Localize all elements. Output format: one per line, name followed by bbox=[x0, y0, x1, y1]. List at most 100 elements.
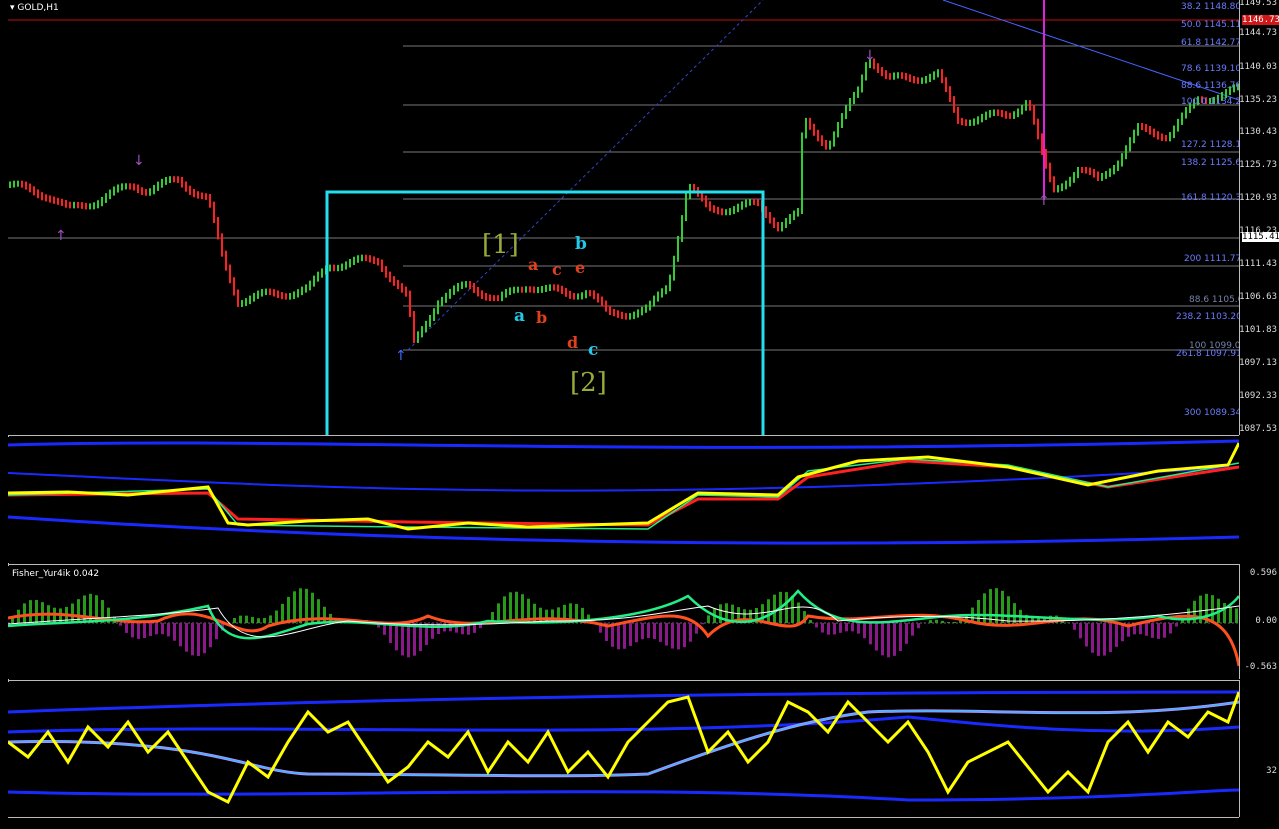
bid-price-tag: 1115.41 bbox=[1242, 232, 1279, 242]
fisher-bar bbox=[857, 623, 860, 634]
fisher-bar bbox=[29, 600, 32, 623]
fisher-bar bbox=[1097, 623, 1100, 656]
svg-text:↑: ↑ bbox=[55, 228, 67, 244]
fisher-bar bbox=[911, 623, 914, 636]
fisher-bar bbox=[1223, 603, 1226, 623]
fisher-bar bbox=[1235, 608, 1238, 623]
fisher-tick: 0.596 bbox=[1250, 568, 1277, 578]
price-tick: 1097.13 bbox=[1239, 358, 1277, 368]
fisher-bar bbox=[821, 623, 824, 633]
fib-label: 100.0 1134.20 bbox=[1181, 97, 1239, 107]
fisher-bar bbox=[23, 603, 26, 623]
fisher-bar bbox=[827, 623, 830, 635]
chart-title[interactable]: ▾ GOLD,H1 bbox=[10, 3, 59, 13]
fisher-bar bbox=[785, 592, 788, 623]
fisher-title: Fisher_Yur4ik 0.042 bbox=[12, 569, 99, 579]
price-scale[interactable]: 1149.53 1144.73 1140.03 1135.23 1130.43 … bbox=[1239, 0, 1279, 435]
fisher-bar bbox=[161, 623, 164, 634]
fisher-bar bbox=[1001, 591, 1004, 623]
price-chart-svg[interactable]: ↑ ↓ ↑ ↓ ↑ bbox=[8, 0, 1239, 435]
current-price-tag: 1146.73 bbox=[1242, 15, 1279, 25]
fisher-bar bbox=[191, 623, 194, 655]
bands-indicator-panel[interactable] bbox=[8, 437, 1239, 563]
fisher-bar bbox=[185, 623, 188, 652]
fisher-bar bbox=[509, 592, 512, 623]
fisher-bar bbox=[773, 595, 776, 623]
price-tick: 1087.53 bbox=[1239, 424, 1277, 434]
fisher-bar bbox=[1085, 623, 1088, 646]
fisher-bar bbox=[929, 620, 932, 623]
fisher-bar bbox=[215, 623, 218, 639]
fib-label: 161.8 1120.34 bbox=[1181, 193, 1239, 203]
fisher-bar bbox=[653, 623, 656, 639]
fisher-bar bbox=[665, 623, 668, 646]
fib-label: 61.8 1142.77 bbox=[1181, 38, 1239, 48]
fisher-bar bbox=[539, 608, 542, 623]
fisher-bar bbox=[1079, 623, 1082, 638]
fisher-bar bbox=[1109, 623, 1112, 652]
fisher-bar bbox=[797, 602, 800, 623]
fisher-bar bbox=[1013, 603, 1016, 623]
fisher-indicator-panel[interactable]: Fisher_Yur4ik 0.042 bbox=[8, 566, 1239, 679]
fisher-bar bbox=[401, 623, 404, 655]
fib-label: 38.2 1148.80 bbox=[1181, 2, 1239, 12]
fisher-bar bbox=[203, 623, 206, 653]
fisher-bar bbox=[293, 591, 296, 623]
fisher-bar bbox=[263, 618, 266, 623]
price-tick: 1149.53 bbox=[1239, 0, 1277, 8]
price-tick: 1135.23 bbox=[1239, 95, 1277, 105]
price-tick: 1120.93 bbox=[1239, 193, 1277, 203]
fisher-bar bbox=[941, 621, 944, 623]
fisher-bar bbox=[245, 616, 248, 623]
panel-separator bbox=[8, 564, 1239, 565]
fisher-bar bbox=[947, 622, 950, 623]
fisher-bar bbox=[209, 623, 212, 647]
fib-label: 50.0 1145.11 bbox=[1181, 20, 1239, 30]
svg-text:↑: ↑ bbox=[395, 348, 407, 364]
fisher-tick: 0.00 bbox=[1255, 616, 1277, 626]
fisher-bar bbox=[1091, 623, 1094, 653]
fisher-bar bbox=[299, 588, 302, 623]
price-tick: 1140.03 bbox=[1239, 62, 1277, 72]
oscillator-tick: 32 bbox=[1266, 766, 1277, 776]
fisher-bar bbox=[815, 623, 818, 627]
price-tick: 1130.43 bbox=[1239, 127, 1277, 137]
bands-indicator-svg bbox=[8, 437, 1239, 563]
oscillator-scale: 32 bbox=[1239, 680, 1279, 817]
fisher-bar bbox=[767, 599, 770, 623]
fib-label: 88.6 1136.76 bbox=[1181, 81, 1239, 91]
fisher-bar bbox=[707, 615, 710, 623]
fisher-bar bbox=[179, 623, 182, 646]
main-chart[interactable]: ↑ ↓ ↑ ↓ ↑ ▾ GOLD,H1 [1] [2] a b c d e a … bbox=[8, 0, 1239, 435]
price-tick: 1106.63 bbox=[1239, 292, 1277, 302]
fisher-bar bbox=[41, 602, 44, 623]
wave-label-b-red: b bbox=[536, 308, 547, 327]
fisher-bar bbox=[1145, 623, 1148, 636]
svg-text:↑: ↑ bbox=[1038, 193, 1050, 209]
fisher-bar bbox=[809, 620, 812, 623]
fisher-bar bbox=[719, 604, 722, 623]
fisher-bar bbox=[881, 623, 884, 655]
fisher-bar bbox=[851, 623, 854, 631]
fisher-bar bbox=[11, 618, 14, 623]
fisher-bar bbox=[1175, 623, 1178, 627]
wave-label-d-red: d bbox=[567, 333, 578, 352]
wave-label-b-cyan: b bbox=[575, 234, 587, 254]
price-tick: 1092.33 bbox=[1239, 391, 1277, 401]
svg-text:↓: ↓ bbox=[864, 48, 876, 64]
wave-label-c-cyan: c bbox=[588, 340, 598, 360]
fisher-bar bbox=[1157, 623, 1160, 639]
fib-label: 200 1111.77 bbox=[1184, 254, 1239, 264]
fisher-bar bbox=[155, 623, 158, 634]
fisher-bar bbox=[899, 623, 902, 651]
oscillator-panel[interactable] bbox=[8, 682, 1239, 817]
fisher-bar bbox=[233, 618, 236, 623]
fisher-bar bbox=[125, 623, 128, 633]
price-tick: 1101.83 bbox=[1239, 325, 1277, 335]
fisher-bar bbox=[1007, 596, 1010, 623]
fisher-bar bbox=[497, 603, 500, 623]
fisher-bar bbox=[407, 623, 410, 657]
dropdown-triangle-icon[interactable]: ▾ bbox=[10, 3, 15, 13]
fisher-bar bbox=[1163, 623, 1166, 638]
wave-label-a-cyan: a bbox=[514, 306, 525, 326]
